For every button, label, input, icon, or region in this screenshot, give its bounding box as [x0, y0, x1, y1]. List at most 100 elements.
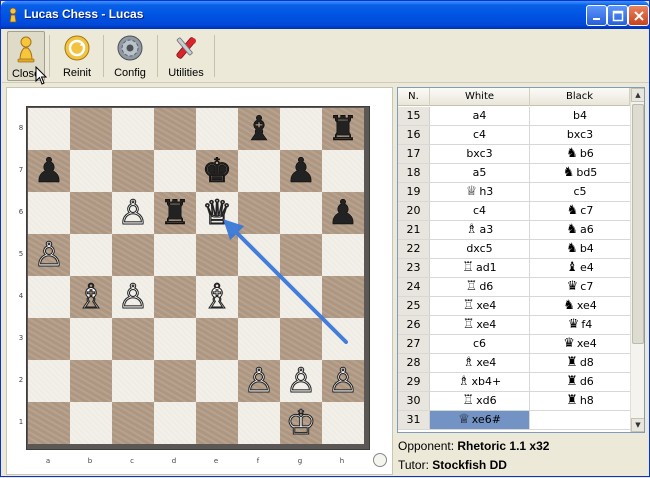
black-move-cell[interactable]: ♛ xe4 [530, 335, 630, 353]
maximize-button[interactable] [607, 5, 628, 26]
square-b1[interactable] [70, 402, 112, 444]
white-move-cell[interactable]: c6 [430, 335, 530, 353]
move-row[interactable]: 15 a4 b4 [398, 107, 630, 126]
square-c8[interactable] [112, 108, 154, 150]
square-b5[interactable] [70, 234, 112, 276]
move-row[interactable]: 17 bxc3 ♞ b6 [398, 145, 630, 164]
square-g4[interactable] [280, 276, 322, 318]
white-move-cell[interactable]: ♖ d6 [430, 278, 530, 296]
white-move-cell[interactable]: a4 [430, 107, 530, 125]
black-move-cell[interactable]: ♜ h8 [530, 392, 630, 410]
white-pawn-icon[interactable]: ♙ [112, 192, 154, 234]
move-row[interactable]: 26 ♖ xe4 ♛ f4 [398, 316, 630, 335]
white-bishop-icon[interactable]: ♗ [196, 276, 238, 318]
black-rook-icon[interactable]: ♜ [322, 108, 364, 150]
square-a8[interactable] [28, 108, 70, 150]
black-move-cell[interactable] [530, 411, 630, 429]
white-move-cell[interactable]: ♕ h3 [430, 183, 530, 201]
black-move-cell[interactable]: ♞ bd5 [530, 164, 630, 182]
white-pawn-icon[interactable]: ♙ [280, 360, 322, 402]
move-row[interactable]: 24 ♖ d6 ♛ c7 [398, 278, 630, 297]
square-a2[interactable] [28, 360, 70, 402]
black-bishop-icon[interactable]: ♝ [238, 108, 280, 150]
square-f1[interactable] [238, 402, 280, 444]
square-g6[interactable] [280, 192, 322, 234]
move-row[interactable]: 29 ♗ xb4+ ♜ d6 [398, 373, 630, 392]
white-bishop-icon[interactable]: ♗ [70, 276, 112, 318]
square-a4[interactable] [28, 276, 70, 318]
column-header-number[interactable]: N. [398, 88, 430, 106]
black-move-cell[interactable]: ♛ f4 [530, 316, 630, 334]
square-c1[interactable] [112, 402, 154, 444]
white-king-icon[interactable]: ♔ [280, 402, 322, 444]
square-c5[interactable] [112, 234, 154, 276]
vertical-scrollbar[interactable]: ▲ ▼ [630, 88, 644, 432]
white-move-cell[interactable]: ♕ xe6# [430, 411, 530, 429]
move-row[interactable]: 21 ♗ a3 ♞ a6 [398, 221, 630, 240]
square-a6[interactable] [28, 192, 70, 234]
square-a1[interactable] [28, 402, 70, 444]
black-king-icon[interactable]: ♚ [196, 150, 238, 192]
square-e2[interactable] [196, 360, 238, 402]
black-rook-icon[interactable]: ♜ [154, 192, 196, 234]
white-move-cell[interactable]: ♗ a3 [430, 221, 530, 239]
black-pawn-icon[interactable]: ♟ [280, 150, 322, 192]
black-pawn-icon[interactable]: ♟ [322, 192, 364, 234]
white-move-cell[interactable]: c4 [430, 202, 530, 220]
move-row[interactable]: 25 ♖ xe4 ♞ xe4 [398, 297, 630, 316]
square-a3[interactable] [28, 318, 70, 360]
square-b6[interactable] [70, 192, 112, 234]
square-g8[interactable] [280, 108, 322, 150]
square-g3[interactable] [280, 318, 322, 360]
square-c3[interactable] [112, 318, 154, 360]
white-pawn-icon[interactable]: ♙ [238, 360, 280, 402]
column-header-white[interactable]: White [430, 88, 530, 106]
white-move-cell[interactable]: bxc3 [430, 145, 530, 163]
square-h5[interactable] [322, 234, 364, 276]
window-close-button[interactable] [628, 5, 649, 26]
white-move-cell[interactable]: c4 [430, 126, 530, 144]
white-move-cell[interactable]: ♖ xe4 [430, 316, 530, 334]
white-move-cell[interactable]: ♖ xe4 [430, 297, 530, 315]
black-move-cell[interactable]: ♞ xe4 [530, 297, 630, 315]
scroll-up-button[interactable]: ▲ [631, 88, 644, 102]
square-e1[interactable] [196, 402, 238, 444]
square-f5[interactable] [238, 234, 280, 276]
square-e5[interactable] [196, 234, 238, 276]
minimize-button[interactable] [586, 5, 607, 26]
black-move-cell[interactable]: ♝ e4 [530, 259, 630, 277]
square-b3[interactable] [70, 318, 112, 360]
black-move-cell[interactable]: ♜ d8 [530, 354, 630, 372]
black-move-cell[interactable]: c5 [530, 183, 630, 201]
square-h4[interactable] [322, 276, 364, 318]
white-pawn-icon[interactable]: ♙ [28, 234, 70, 276]
move-row[interactable]: 22 dxc5 ♞ b4 [398, 240, 630, 259]
white-move-cell[interactable]: ♖ ad1 [430, 259, 530, 277]
square-c2[interactable] [112, 360, 154, 402]
black-move-cell[interactable]: ♞ b6 [530, 145, 630, 163]
white-move-cell[interactable]: ♗ xb4+ [430, 373, 530, 391]
square-b2[interactable] [70, 360, 112, 402]
square-h7[interactable] [322, 150, 364, 192]
reinit-tool-button[interactable]: Reinit [55, 31, 99, 81]
black-move-cell[interactable]: ♞ c7 [530, 202, 630, 220]
move-row[interactable]: 16 c4 bxc3 [398, 126, 630, 145]
move-row[interactable]: 19 ♕ h3 c5 [398, 183, 630, 202]
chess-board[interactable]: ♝ ♜ ♟ ♚ ♟ ♙ ♜ ♕ ♟ ♙ ♗ ♙ ♗ ♙ ♙ ♙ ♔ [26, 106, 370, 450]
white-pawn-icon[interactable]: ♙ [322, 360, 364, 402]
black-move-cell[interactable]: b4 [530, 107, 630, 125]
square-f6[interactable] [238, 192, 280, 234]
square-c7[interactable] [112, 150, 154, 192]
white-move-cell[interactable]: ♖ xd6 [430, 392, 530, 410]
square-f4[interactable] [238, 276, 280, 318]
square-d2[interactable] [154, 360, 196, 402]
square-h3[interactable] [322, 318, 364, 360]
scroll-thumb[interactable] [632, 104, 644, 344]
column-header-black[interactable]: Black [530, 88, 630, 106]
square-d7[interactable] [154, 150, 196, 192]
move-row[interactable]: 20 c4 ♞ c7 [398, 202, 630, 221]
square-d8[interactable] [154, 108, 196, 150]
square-g5[interactable] [280, 234, 322, 276]
config-tool-button[interactable]: Config [109, 31, 151, 81]
square-h1[interactable] [322, 402, 364, 444]
